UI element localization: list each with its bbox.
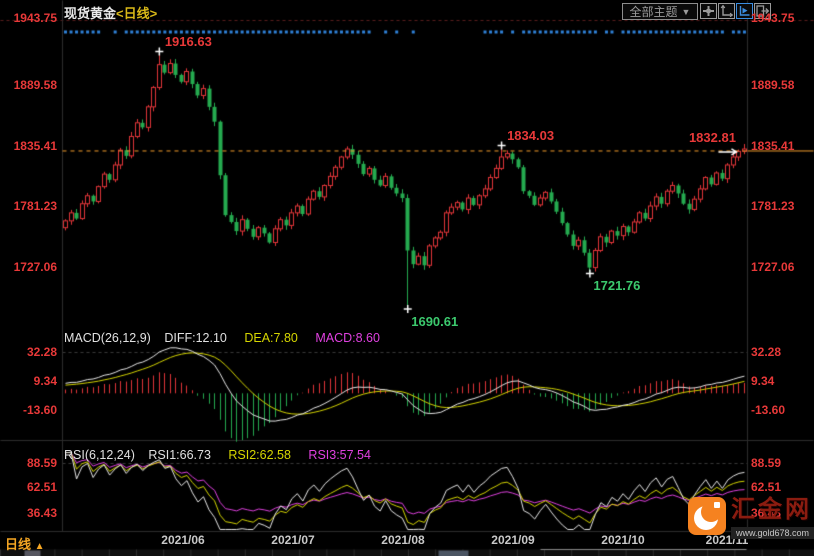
price-annotation: 1834.03 (507, 128, 555, 144)
theme-dropdown[interactable]: 全部主题 ▼ (622, 3, 698, 20)
price-annotation: 1721.76 (593, 278, 641, 294)
macd-axis-label: -13.60 (22, 403, 57, 417)
rsi-params-label: RSI(6,12,24) (64, 448, 135, 462)
macd-axis-label: 9.34 (751, 374, 775, 388)
site-url: www.gold678.com (731, 527, 814, 540)
price-axis-label: 1835.41 (13, 139, 57, 153)
price-axis-label: 1781.23 (751, 199, 795, 213)
rsi-axis-label: 62.51 (751, 480, 782, 494)
macd-dea-value: DEA:7.80 (244, 331, 298, 345)
auto-scroll-icon (739, 6, 750, 16)
x-axis-date: 2021/07 (271, 533, 315, 547)
price-axis-label: 1781.23 (13, 199, 57, 213)
price-axis-label: 1727.06 (751, 260, 795, 274)
timeframe-tag: <日线> (116, 6, 158, 21)
rsi-axis-label: 88.59 (751, 456, 782, 470)
x-axis-date: 2021/08 (381, 533, 425, 547)
rsi3-value: RSI3:57.54 (308, 448, 371, 462)
site-name: 汇金网 (731, 496, 812, 523)
trading-chart-window: { "header": { "symbol": "现货黄金", "timefra… (0, 0, 814, 556)
macd-diff-value: DIFF:12.10 (164, 331, 227, 345)
price-axis-label: 1727.06 (13, 260, 57, 274)
macd-axis-label: 32.28 (26, 345, 57, 359)
site-watermark: 汇金网 www.gold678.com (688, 496, 814, 541)
macd-axis-label: 9.34 (33, 374, 57, 388)
price-axis-label: 1889.58 (13, 78, 57, 92)
x-axis-date: 2021/06 (161, 533, 205, 547)
price-annotation: 1832.81 (688, 130, 736, 146)
macd-header: MACD(26,12,9) DIFF:12.10 DEA:7.80 MACD:8… (64, 331, 380, 345)
symbol-name: 现货黄金 (64, 6, 117, 21)
rsi-axis-label: 62.51 (26, 480, 57, 494)
pan-tool-icon (703, 6, 714, 16)
chevron-down-icon: ▼ (681, 6, 691, 17)
macd-params-label: MACD(26,12,9) (64, 331, 151, 345)
rsi2-value: RSI2:62.58 (228, 448, 291, 462)
x-axis-date: 2021/10 (601, 533, 645, 547)
pan-tool-button[interactable] (700, 3, 717, 19)
price-axis-label: 1943.75 (13, 11, 57, 25)
rsi1-value: RSI1:66.73 (148, 448, 211, 462)
price-axis-label: 1835.41 (751, 139, 795, 153)
axis-scale-icon (720, 5, 733, 17)
huijin-logo-icon (688, 497, 726, 535)
macd-axis-label: -13.60 (751, 403, 786, 417)
price-axis-label: 1943.75 (751, 11, 795, 25)
price-annotation: 1916.63 (164, 33, 212, 49)
chart-scrollbar[interactable] (0, 548, 814, 556)
axis-scale-button[interactable] (718, 3, 735, 19)
macd-macd-value: MACD:8.60 (315, 331, 380, 345)
rsi-axis-label: 88.59 (26, 456, 57, 470)
price-axis-label: 1889.58 (751, 78, 795, 92)
price-annotation: 1690.61 (411, 313, 459, 329)
rsi-header: RSI(6,12,24) RSI1:66.73 RSI2:62.58 RSI3:… (64, 448, 371, 462)
macd-axis-label: 32.28 (751, 345, 782, 359)
candlestick-chart-canvas[interactable] (0, 0, 814, 556)
x-axis-date: 2021/09 (491, 533, 535, 547)
chart-title: 现货黄金<日线> (64, 3, 157, 22)
theme-dropdown-label: 全部主题 (629, 5, 678, 19)
rsi-axis-label: 36.43 (26, 506, 57, 520)
